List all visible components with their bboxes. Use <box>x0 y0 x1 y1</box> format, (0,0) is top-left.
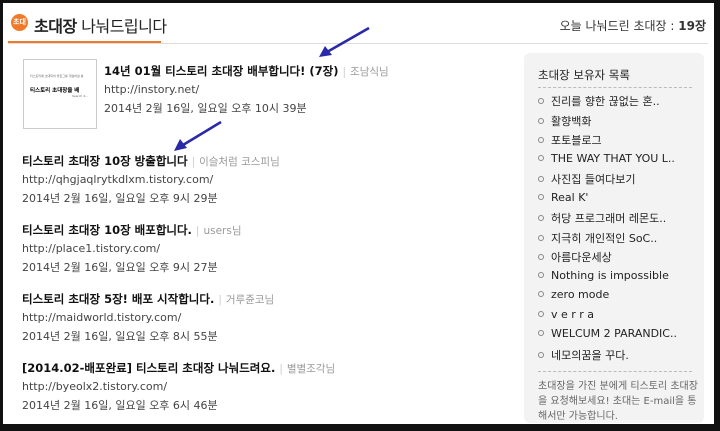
holder-name: 지극히 개인적인 SoC.. <box>551 231 658 245</box>
annotation-arrow-icon <box>174 120 222 151</box>
page-title-strong: 초대장 <box>34 17 77 36</box>
entry-url[interactable]: http://maidworld.tistory.com/ <box>22 311 502 324</box>
invite-entry: 티스토리 초대장 10장 배포합니다. users님 http://place1.… <box>22 219 502 275</box>
invite-page: 초대장 초대장 나눠드립니다 오늘 나눠드린 초대장 : 19장 티스토리에 초… <box>3 3 714 424</box>
bullet-icon <box>538 271 544 278</box>
holder-name: 포토블로그 <box>551 134 602 147</box>
invite-entry: 티스토리 초대장 5장! 배포 시작합니다. 거루쥰코님 http://maidw… <box>22 288 502 344</box>
holder-name: 네모의꿈을 꾸다. <box>551 348 629 362</box>
bullet-icon <box>538 351 544 358</box>
bullet-icon <box>538 98 544 104</box>
bullet-icon <box>538 254 544 260</box>
holder-list-item[interactable]: 활향백화 <box>538 113 698 133</box>
entry-title-link[interactable]: 티스토리 초대장 10장 배포합니다. <box>22 223 192 237</box>
bullet-icon <box>538 330 544 336</box>
sidebar-title: 초대장 보유자 목록 <box>538 68 630 82</box>
holder-name: THE WAY THAT YOU L.. <box>551 151 675 165</box>
sidebar-divider <box>538 87 692 88</box>
holder-list-item[interactable]: Real K' <box>538 191 698 211</box>
tistory-invite-logo-icon: 초대장 <box>11 14 28 43</box>
holder-name: 활향백화 <box>551 114 592 128</box>
page-title: 초대장 나눠드립니다 <box>34 13 167 37</box>
invite-holder-list: 진리를 향한 끊없는 혼.. 활향백화 포토블로그 THE WAY THAT Y… <box>538 93 698 366</box>
bullet-icon <box>538 193 544 200</box>
bullet-icon <box>538 176 544 182</box>
holder-name: WELCUM 2 PARANDIC.. <box>551 327 677 340</box>
holder-list-item[interactable]: v e r r a <box>538 308 698 328</box>
entry-title-link[interactable]: 14년 01월 티스토리 초대장 배부합니다! (7장) <box>104 64 338 78</box>
thumbnail-line-1: 티스토리에 초대되어 블로그를 개설하실 분 <box>30 74 84 78</box>
bullet-icon <box>538 137 544 143</box>
entry-author[interactable]: users님 <box>196 225 242 237</box>
holder-list-item[interactable]: 네모의꿈을 꾸다. <box>538 347 698 367</box>
bullet-icon <box>538 117 544 124</box>
today-invite-count: 오늘 나눠드린 초대장 : 19장 <box>560 17 706 34</box>
holder-name: Real K' <box>551 190 589 204</box>
entry-url[interactable]: http://byeolx2.tistory.com/ <box>22 380 502 393</box>
entry-date: 2014년 2월 16일, 일요일 오후 9시 27분 <box>22 261 218 274</box>
count-value: 19장 <box>678 19 706 33</box>
holder-name: 허당 프로그래머 레몬도.. <box>551 212 667 225</box>
holder-list-item[interactable]: 아름다운세상 <box>538 249 698 269</box>
holder-list-item[interactable]: 사진집 들여다보기 <box>538 171 698 191</box>
entry-date: 2014년 2월 16일, 일요일 오후 8시 55분 <box>22 330 218 343</box>
holder-list-item[interactable]: WELCUM 2 PARANDIC.. <box>538 327 698 347</box>
bullet-icon <box>538 215 544 221</box>
invite-entry: 티스토리 초대장 10장 방출합니다 이슬처럼 코스피님 http://qhgja… <box>22 150 502 206</box>
holder-list-item[interactable]: 포토블로그 <box>538 132 698 152</box>
entry-url[interactable]: http://place1.tistory.com/ <box>22 242 502 255</box>
bullet-icon <box>538 234 544 241</box>
entry-date: 2014년 2월 16일, 일요일 오후 10시 39분 <box>104 102 307 115</box>
holder-list-item[interactable]: zero mode <box>538 288 698 308</box>
thumbnail-line-2: 티스토리 초대장을 배 <box>30 88 80 94</box>
holder-name: Nothing is impossible <box>551 268 669 282</box>
holder-name: 사진집 들여다보기 <box>551 173 636 186</box>
entry-title-link[interactable]: 티스토리 초대장 10장 방출합니다 <box>22 154 188 168</box>
entry-title-link[interactable]: [2014.02-배포완료] 티스토리 초대장 나눠드려요. <box>22 361 275 375</box>
entry-author[interactable]: 이슬처럼 코스피님 <box>192 156 280 168</box>
bullet-icon <box>538 310 544 317</box>
entry-url[interactable]: http://instory.net/ <box>104 83 584 96</box>
bullet-icon <box>538 154 544 161</box>
holder-list-item[interactable]: 허당 프로그래머 레몬도.. <box>538 210 698 230</box>
count-label: 오늘 나눠드린 초대장 : <box>559 19 679 33</box>
holder-name: v e r r a <box>551 307 595 321</box>
entry-title-link[interactable]: 티스토리 초대장 5장! 배포 시작합니다. <box>22 292 214 306</box>
invite-entry: 14년 01월 티스토리 초대장 배부합니다! (7장) 조남식님 http://… <box>104 60 584 116</box>
holder-list-item[interactable]: Nothing is impossible <box>538 269 698 289</box>
entry-author[interactable]: 별별조각님 <box>279 363 335 375</box>
entry-date: 2014년 2월 16일, 일요일 오후 6시 46분 <box>22 399 218 412</box>
holder-list-item[interactable]: 진리를 향한 끊없는 혼.. <box>538 93 698 113</box>
entry-date: 2014년 2월 16일, 일요일 오후 9시 29분 <box>22 192 218 205</box>
invite-holder-sidebar: 초대장 보유자 목록 진리를 향한 끊없는 혼.. 활향백화 포토블로그 THE… <box>524 53 704 423</box>
entry-thumbnail[interactable]: 티스토리에 초대되어 블로그를 개설하실 분 티스토리 초대장을 배 Searc… <box>23 59 97 129</box>
holder-name: zero mode <box>551 288 610 301</box>
entry-url[interactable]: http://qhgjaqlrytkdlxm.tistory.com/ <box>22 173 502 186</box>
holder-list-item[interactable]: THE WAY THAT YOU L.. <box>538 152 698 172</box>
entry-author[interactable]: 거루쥰코님 <box>218 294 274 306</box>
holder-list-item[interactable]: 지극히 개인적인 SoC.. <box>538 230 698 250</box>
annotation-arrow-icon <box>319 26 370 57</box>
entry-author[interactable]: 조남식님 <box>342 66 388 78</box>
bullet-icon <box>538 291 544 297</box>
invite-entry: [2014.02-배포완료] 티스토리 초대장 나눠드려요. 별별조각님 http… <box>22 357 502 413</box>
holder-name: 아름다운세상 <box>551 251 612 264</box>
sidebar-note-divider <box>538 371 692 372</box>
holder-name: 진리를 향한 끊없는 혼.. <box>551 95 660 108</box>
sidebar-note: 초대장을 가진 분에게 티스토리 초대장을 요청해보세요! 초대는 E-mail… <box>538 381 698 422</box>
thumbnail-line-3: Search 4... <box>71 94 88 98</box>
page-title-rest: 나눠드립니다 <box>76 17 167 36</box>
